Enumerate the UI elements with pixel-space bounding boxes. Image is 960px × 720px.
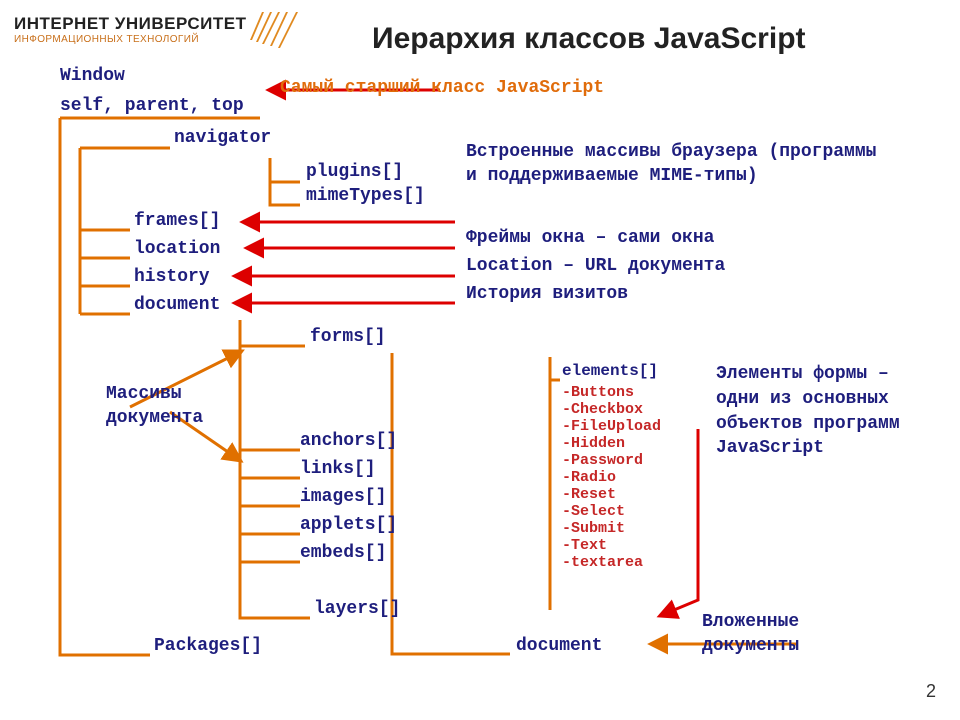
node-frames: frames[] [134,211,220,231]
elements-list-item: -textarea [562,554,661,571]
node-anchors: anchors[] [300,431,397,451]
elements-list-item: -Text [562,537,661,554]
node-images: images[] [300,487,386,507]
node-mimetypes: mimeTypes[] [306,186,425,206]
elements-list: -Buttons-Checkbox-FileUpload-Hidden-Pass… [562,384,661,571]
node-plugins: plugins[] [306,162,403,182]
logo-subtitle: ИНФОРМАЦИОННЫХ ТЕХНОЛОГИЙ [14,34,247,45]
node-links: links[] [300,459,376,479]
elements-list-item: -Reset [562,486,661,503]
node-forms: forms[] [310,327,386,347]
elements-list-item: -Buttons [562,384,661,401]
node-self: self, parent, top [60,96,244,116]
note-nested: Вложенные документы [702,610,882,659]
page-number: 2 [926,681,936,702]
elements-list-item: -Submit [562,520,661,537]
elements-list-item: -Radio [562,469,661,486]
node-navigator: navigator [174,128,271,148]
elements-list-item: -Checkbox [562,401,661,418]
node-applets: applets[] [300,515,397,535]
note-topmost: Самый старший класс JavaScript [280,78,604,98]
logo-block: ИНТЕРНЕТ УНИВЕРСИТЕТ ИНФОРМАЦИОННЫХ ТЕХН… [14,14,247,45]
elements-list-item: -Password [562,452,661,469]
node-document2: document [516,636,602,656]
node-history: history [134,267,210,287]
elements-list-item: -FileUpload [562,418,661,435]
note-formelems: Элементы формы – одни из основных объект… [716,362,936,461]
note-arrays: Встроенные массивы браузера (программы и… [466,140,886,189]
elements-list-item: -Select [562,503,661,520]
page-title: Иерархия классов JavaScript [372,22,806,56]
elements-list-item: -Hidden [562,435,661,452]
logo-title: ИНТЕРНЕТ УНИВЕРСИТЕТ [14,14,247,34]
node-embeds: embeds[] [300,543,386,563]
node-location: location [134,239,220,259]
node-window: Window [60,66,125,86]
node-layers: layers[] [314,599,400,619]
note-docarrays: Массивы документа [106,382,246,431]
note-location: Location – URL документа [466,256,725,276]
note-history: История визитов [466,284,628,304]
node-elements: elements[] [562,362,658,380]
node-document: document [134,295,220,315]
note-frames: Фреймы окна – сами окна [466,228,714,248]
node-packages: Packages[] [154,636,262,656]
logo-icon [250,12,302,52]
